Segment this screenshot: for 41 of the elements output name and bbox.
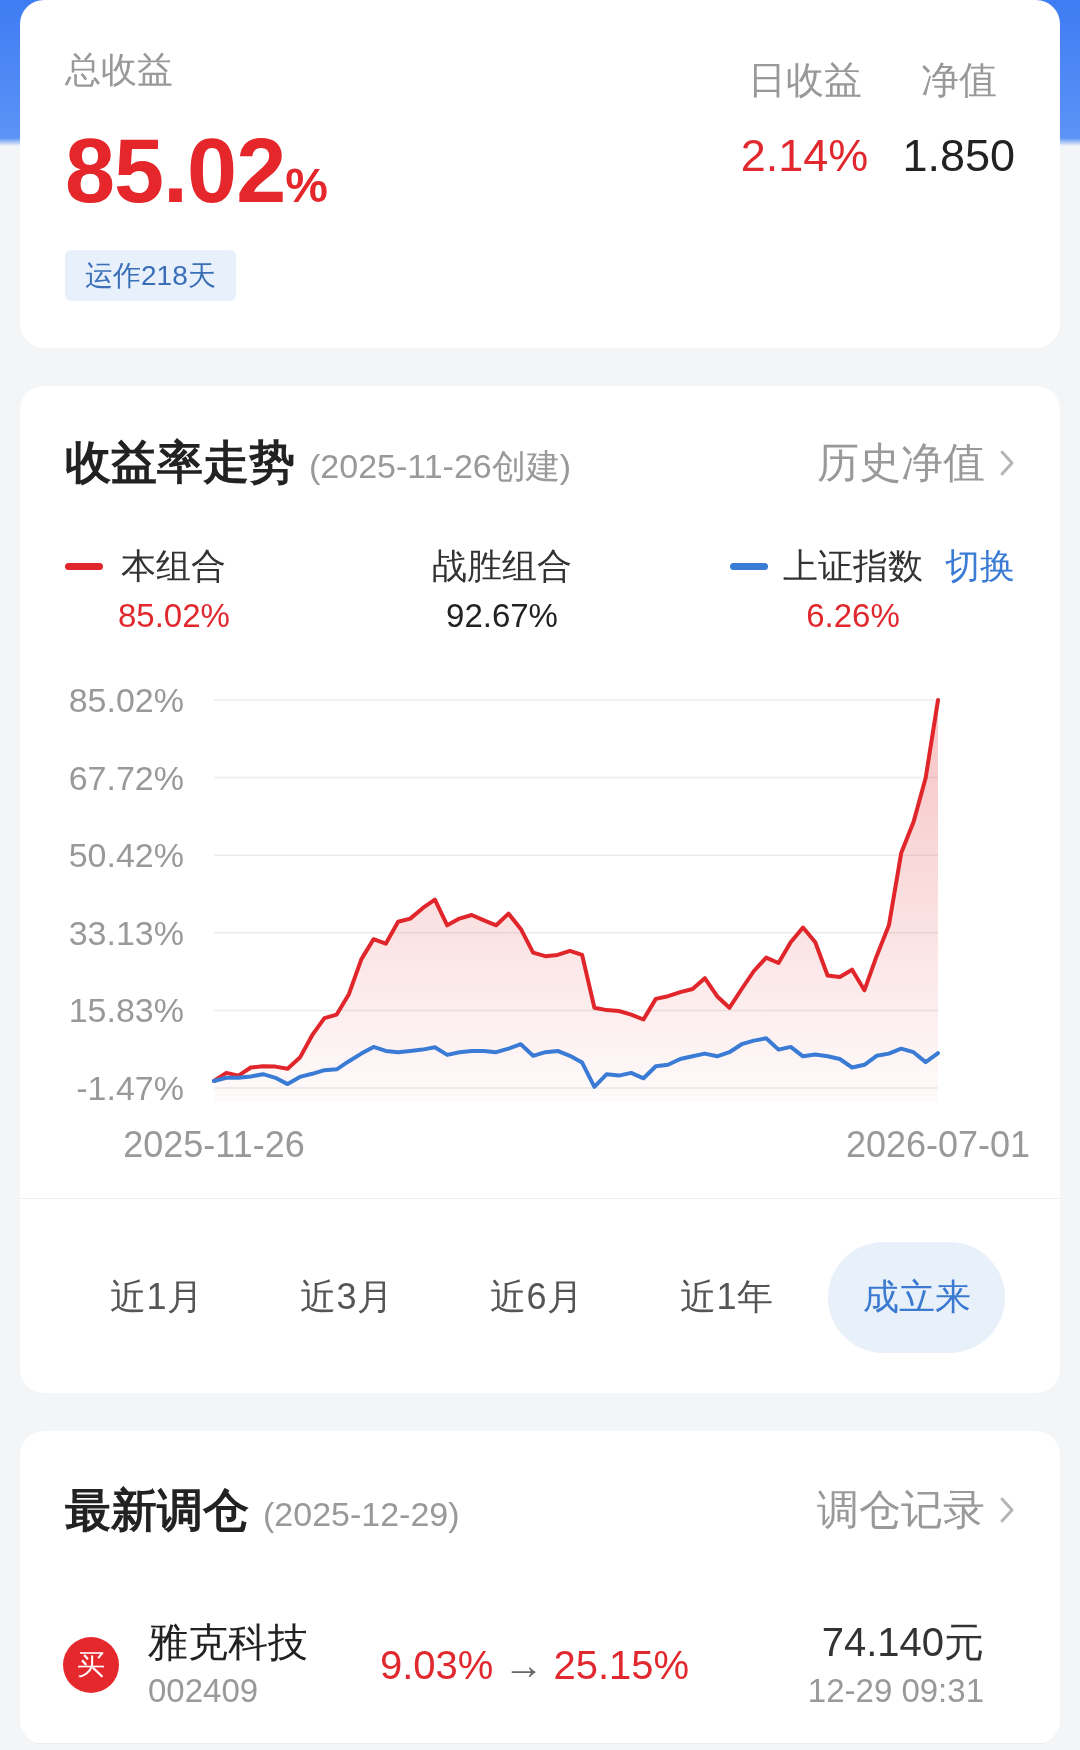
- axis-label: 33.13%: [68, 913, 184, 952]
- axis-label: -1.47%: [76, 1069, 184, 1107]
- range-tab[interactable]: 近1年: [638, 1242, 815, 1353]
- trade-price: 74.140元: [821, 1619, 984, 1665]
- stat-value: 2.14%: [740, 130, 869, 182]
- stat-value: 1.850: [902, 130, 1015, 182]
- switch-link[interactable]: 切换: [945, 544, 1015, 588]
- axis-label: 50.42%: [68, 836, 184, 875]
- legend-label: 上证指数: [783, 545, 923, 587]
- legend-label: 本组合: [121, 545, 227, 587]
- trade-time: 12-29 09:31: [807, 1671, 984, 1711]
- running-days-tag: 运作218天: [65, 250, 236, 301]
- axis-label: 67.72%: [68, 758, 184, 797]
- total-return-value: 85.02%: [65, 121, 328, 223]
- chevron-right-icon: [999, 1496, 1015, 1524]
- range-tab[interactable]: 成立来: [828, 1242, 1005, 1353]
- axis-label: 85.02%: [68, 681, 184, 719]
- arrow-glyph: →: [503, 1642, 544, 1688]
- chevron-right-icon: [999, 449, 1015, 477]
- stock-name: 雅克科技: [148, 1619, 308, 1665]
- axis-label: 15.83%: [68, 991, 184, 1030]
- stat-label: 日收益: [747, 58, 862, 102]
- legend-value: 92.67%: [446, 596, 558, 636]
- total-return-label: 总收益: [65, 48, 173, 92]
- range-tab[interactable]: 近1月: [68, 1242, 245, 1353]
- range-tab[interactable]: 近6月: [448, 1242, 625, 1353]
- axis-label: 2026-07-01: [845, 1124, 1031, 1165]
- section-title: 收益率走势: [65, 436, 295, 487]
- legend-value: 6.26%: [806, 596, 900, 636]
- weight-after: 25.15%: [553, 1642, 690, 1688]
- section-title: 最新调仓: [65, 1485, 249, 1535]
- range-tab[interactable]: 近3月: [258, 1242, 435, 1353]
- stat-label: 净值: [920, 58, 997, 102]
- rebalance-date: (2025-12-29): [263, 1495, 460, 1534]
- legend-label: 战胜组合: [432, 545, 572, 587]
- axis-label: 2025-11-26: [123, 1124, 305, 1165]
- legend-value: 85.02%: [118, 596, 230, 636]
- trade-type-badge: 买: [63, 1637, 119, 1693]
- created-date: (2025-11-26创建): [309, 445, 572, 487]
- stock-code: 002409: [148, 1671, 259, 1711]
- weight-before: 9.03%: [380, 1642, 494, 1688]
